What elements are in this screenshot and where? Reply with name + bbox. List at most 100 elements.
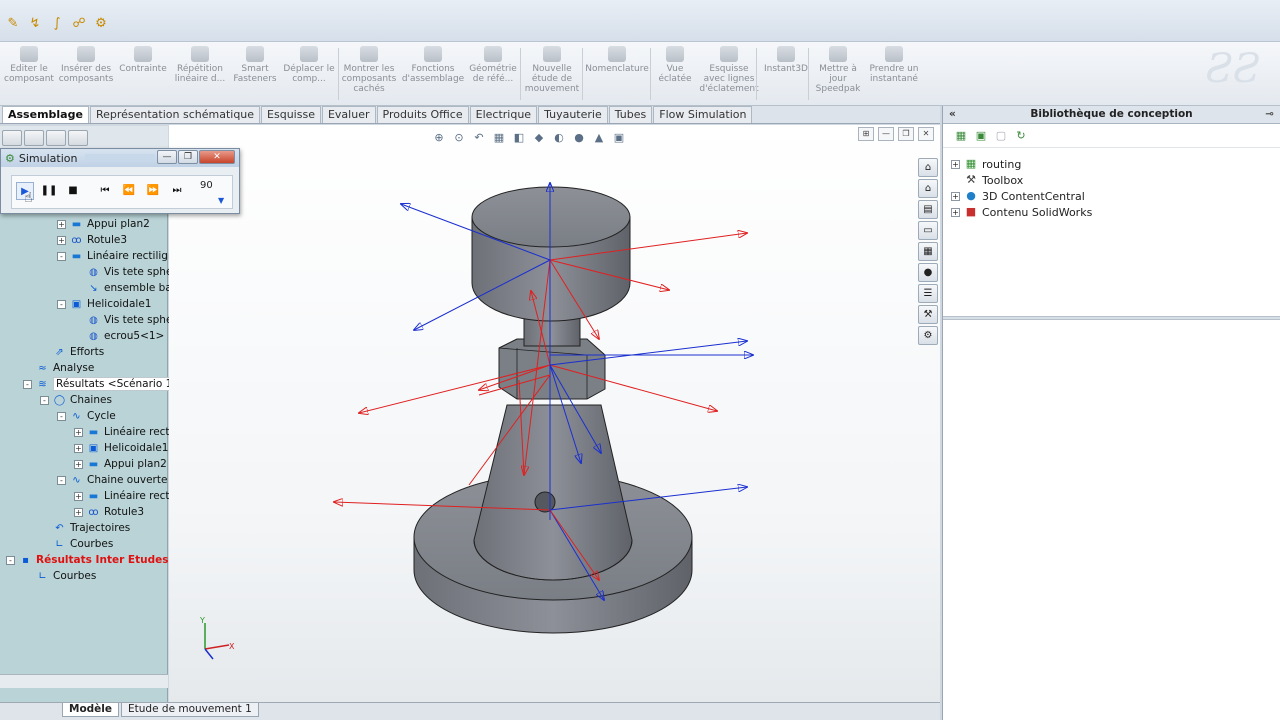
close-icon[interactable]: ✕ [199,150,235,164]
collapse-icon[interactable]: - [57,411,66,421]
ribbon-button-13[interactable]: Instant3D [762,46,810,104]
collapse-icon[interactable]: - [40,395,49,405]
ribbon-button-7[interactable]: Fonctions d'assemblage [402,46,464,104]
design-library-icon[interactable]: ▤ [918,200,938,219]
tab-7[interactable]: Tubes [608,106,653,123]
tree-node[interactable]: - ▬ Linéaire rectilign [57,248,175,264]
feature-tree-tab[interactable] [2,130,22,146]
tab-1[interactable]: Représentation schématique [89,106,261,123]
first-frame-icon[interactable]: ⏮ [96,182,114,200]
tab-5[interactable]: Electrique [469,106,538,123]
tree-node[interactable]: ⇗ Efforts [40,344,104,360]
tree-node[interactable]: - ∿ Chaine ouverte [57,472,167,488]
mate-tool-icon[interactable]: ☍ [70,14,88,32]
tree-node[interactable]: + ꝏ Rotule3 [57,232,127,248]
tree-node[interactable]: - ◯ Chaines [40,392,112,408]
library-item[interactable]: ⚒ Toolbox [951,172,1023,188]
add-to-library-icon[interactable]: ▢ [993,128,1009,144]
custom-properties-icon[interactable]: ☰ [918,284,938,303]
tree-node[interactable]: ◍ ecrou5<1> [74,328,164,344]
tree-node[interactable]: - ▪ Résultats Inter Etudes [6,552,168,568]
tree-node[interactable]: + ▬ Linéaire rectil [74,424,175,440]
expand-icon[interactable]: + [57,235,66,245]
stop-icon[interactable]: ■ [64,182,82,200]
toolbox-icon[interactable]: ⚒ [918,305,938,324]
ribbon-button-3[interactable]: Répétition linéaire d... [172,46,228,104]
home-icon[interactable]: ⌂ [918,179,938,198]
tree-node[interactable]: + ꝏ Rotule3 [74,504,144,520]
meca3d-tab[interactable] [68,130,88,146]
expand-icon[interactable]: + [951,207,960,217]
expand-icon[interactable]: + [57,219,66,229]
expand-icon[interactable]: + [74,427,83,437]
expand-icon[interactable]: + [74,443,83,453]
horizontal-scrollbar[interactable] [0,674,168,688]
tree-node[interactable]: ◍ Vis tete sphér [74,312,177,328]
last-frame-icon[interactable]: ⏭ [168,182,186,200]
expand-icon[interactable]: + [951,191,960,201]
library-item[interactable]: + ● 3D ContentCentral [951,188,1085,204]
tab-modele[interactable]: Modèle [62,703,120,717]
ribbon-button-14[interactable]: Mettre à jour Speedpak [812,46,864,104]
tab-2[interactable]: Esquisse [261,106,321,123]
library-item[interactable]: + ■ Contenu SolidWorks [951,204,1092,220]
pin-icon[interactable]: ⊸ [1265,106,1274,123]
view-palette-icon[interactable]: ▦ [918,242,938,261]
property-manager-tab[interactable] [24,130,44,146]
ribbon-button-4[interactable]: Smart Fasteners [232,46,278,104]
tree-node[interactable]: - ≋ Résultats <Scénario 1> [23,376,185,392]
collapse-icon[interactable]: - [57,299,66,309]
tree-node[interactable]: ≈ Analyse [23,360,94,376]
collapse-icon[interactable]: - [6,555,15,565]
expand-icon[interactable]: + [74,459,83,469]
refresh-icon[interactable]: ↻ [1013,128,1029,144]
create-folder-icon[interactable]: ▣ [973,128,989,144]
ribbon-button-9[interactable]: Nouvelle étude de mouvement [524,46,580,104]
tree-node[interactable]: - ▣ Helicoidale1 [57,296,151,312]
previous-frame-icon[interactable]: ⏪ [120,182,138,200]
tree-node[interactable]: + ▣ Helicoidale1 [74,440,168,456]
configuration-tab[interactable] [46,130,66,146]
collapse-panel-icon[interactable]: « [949,106,956,123]
route-tool-icon[interactable]: ↯ [26,14,44,32]
tab-0[interactable]: Assemblage [2,106,89,123]
frame-count[interactable]: 90 [200,180,213,191]
sketch-tool-icon[interactable]: ✎ [4,14,22,32]
ribbon-button-5[interactable]: Déplacer le comp... [282,46,336,104]
tab-4[interactable]: Produits Office [376,106,469,123]
tree-node[interactable]: + ▬ Appui plan2 [74,456,167,472]
ribbon-button-8[interactable]: Géométrie de réfé... [468,46,518,104]
tab-3[interactable]: Evaluer [321,106,376,123]
ribbon-button-10[interactable]: Nomenclature [584,46,650,104]
tab-6[interactable]: Tuyauterie [538,106,608,123]
spline-tool-icon[interactable]: ∫ [48,14,66,32]
collapse-icon[interactable]: - [23,379,32,389]
pause-icon[interactable]: ❚❚ [40,182,58,200]
expand-icon[interactable]: + [951,159,960,169]
ribbon-button-15[interactable]: Prendre un instantané [866,46,922,104]
ribbon-button-6[interactable]: Montrer les composants cachés [340,46,398,104]
tree-node[interactable]: ∟ Courbes [40,536,113,552]
restore-icon[interactable]: ❐ [178,150,198,164]
panel-splitter[interactable] [943,316,1280,320]
tab-motion-study[interactable]: Etude de mouvement 1 [121,703,259,717]
frame-dropdown-icon[interactable]: ▼ [218,196,224,205]
solidworks-resources-icon[interactable]: ⌂ [918,158,938,177]
ribbon-button-12[interactable]: Esquisse avec lignes d'éclatement [699,46,759,104]
ribbon-button-0[interactable]: Editer le composant [4,46,54,104]
tab-8[interactable]: Flow Simulation [653,106,753,123]
tree-node[interactable]: + ▬ Appui plan2 [57,216,150,232]
ribbon-button-11[interactable]: Vue éclatée [654,46,696,104]
tree-node[interactable]: ∟ Courbes [23,568,96,584]
file-explorer-icon[interactable]: ▭ [918,221,938,240]
collapse-icon[interactable]: - [57,475,66,485]
add-location-icon[interactable]: ▦ [953,128,969,144]
tree-node[interactable]: ↘ ensemble bat [74,280,176,296]
expand-icon[interactable]: + [74,507,83,517]
tree-node[interactable]: ◍ Vis tete sphér [74,264,177,280]
motion-tool-icon[interactable]: ⚙ [92,14,110,32]
ribbon-button-1[interactable]: Insérer des composants [56,46,116,104]
tree-node[interactable]: - ∿ Cycle [57,408,116,424]
library-item[interactable]: + ▦ routing [951,156,1021,172]
tree-node[interactable]: + ▬ Linéaire rectil [74,488,175,504]
